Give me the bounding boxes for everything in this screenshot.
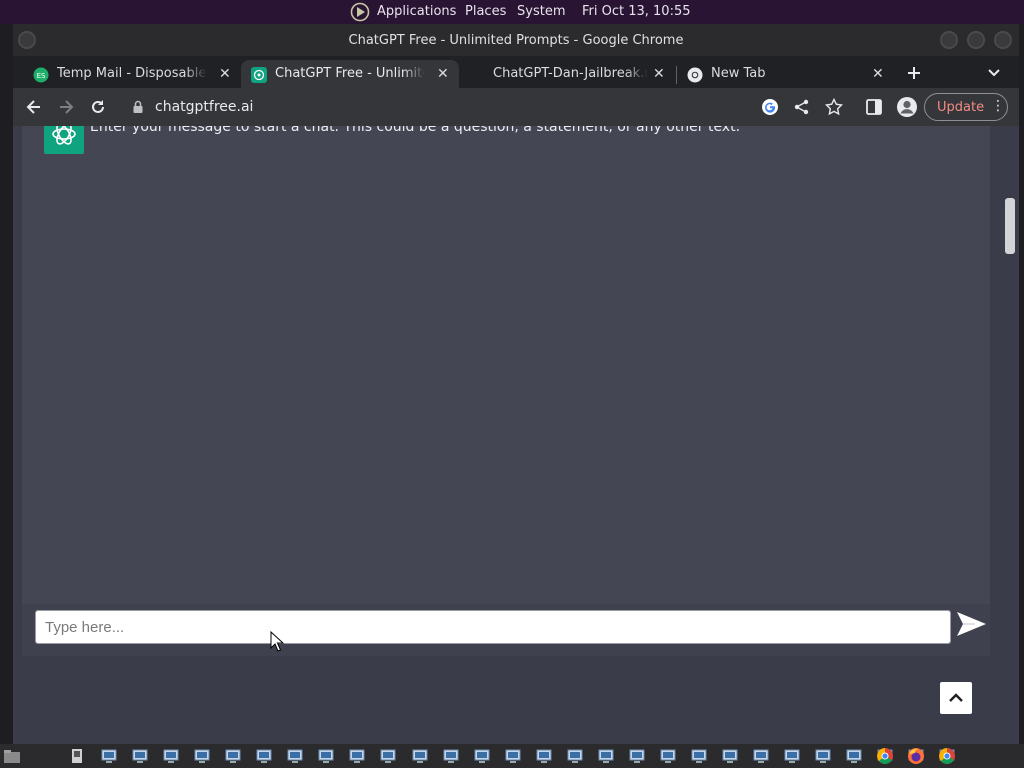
window-icon[interactable] — [783, 747, 801, 765]
openai-logo-icon — [52, 126, 76, 145]
file-manager-icon[interactable] — [3, 747, 21, 765]
taskbar — [0, 744, 1024, 768]
window-icon[interactable] — [659, 747, 677, 765]
update-label: Update — [937, 100, 985, 115]
send-icon[interactable] — [953, 606, 989, 642]
lock-icon[interactable] — [130, 99, 146, 115]
chat-message-input[interactable] — [35, 610, 951, 644]
window-icon[interactable] — [317, 747, 335, 765]
window-icon[interactable] — [411, 747, 429, 765]
terminal-icon[interactable] — [68, 747, 86, 765]
window-icon[interactable] — [535, 747, 553, 765]
update-chrome-button[interactable]: Update ⋮ — [924, 93, 1008, 121]
profile-avatar-icon[interactable] — [896, 96, 918, 118]
top-panel: Applications Places System Fri Oct 13, 1… — [0, 0, 1024, 24]
tab-close-icon[interactable]: ✕ — [437, 66, 449, 82]
tab-search-chevron-down-icon[interactable] — [987, 67, 1001, 79]
window-icon[interactable] — [752, 747, 770, 765]
browser-window: ChatGPT Free - Unlimited Prompts - Googl… — [13, 24, 1019, 744]
firefox-icon[interactable] — [907, 747, 925, 765]
window-icon[interactable] — [597, 747, 615, 765]
tab-chatgpt-free[interactable]: ChatGPT Free - Unlimited Prompts ✕ — [241, 60, 459, 88]
applications-logo-icon[interactable] — [350, 2, 370, 22]
clock[interactable]: Fri Oct 13, 10:55 — [582, 4, 691, 19]
window-titlebar[interactable]: ChatGPT Free - Unlimited Prompts - Googl… — [13, 24, 1019, 56]
more-vertical-icon: ⋮ — [991, 98, 1005, 114]
window-icon[interactable] — [162, 747, 180, 765]
window-icon[interactable] — [628, 747, 646, 765]
tab-dan-jailbreak[interactable]: ChatGPT-Dan-Jailbreak.md ✕ — [463, 60, 681, 88]
applications-menu[interactable]: Applications — [377, 4, 456, 19]
tab-label: Temp Mail - Disposable Temporary Email — [57, 66, 207, 81]
window-icon[interactable] — [566, 747, 584, 765]
svg-text:ES: ES — [37, 72, 46, 80]
tab-temp-mail[interactable]: ES Temp Mail - Disposable Temporary Emai… — [21, 60, 239, 88]
window-icon[interactable] — [814, 747, 832, 765]
google-lens-icon[interactable] — [760, 97, 780, 117]
tab-strip: ES Temp Mail - Disposable Temporary Emai… — [13, 56, 1019, 88]
forward-arrow-icon[interactable] — [56, 97, 76, 117]
tab-close-icon[interactable]: ✕ — [872, 66, 884, 82]
tab-separator — [676, 66, 677, 84]
close-window-button[interactable] — [994, 31, 1012, 49]
back-arrow-icon[interactable] — [24, 97, 44, 117]
tab-close-icon[interactable]: ✕ — [653, 66, 665, 82]
bookmark-star-icon[interactable] — [824, 97, 844, 117]
chatgpt-icon — [251, 67, 267, 83]
page-viewport: Enter your message to start a chat. This… — [13, 126, 1019, 744]
scrollbar-thumb[interactable] — [1005, 198, 1015, 254]
window-title: ChatGPT Free - Unlimited Prompts - Googl… — [348, 33, 684, 48]
chevron-up-icon — [949, 693, 963, 702]
reload-icon[interactable] — [88, 97, 108, 117]
window-icon[interactable] — [131, 747, 149, 765]
window-icon[interactable] — [442, 747, 460, 765]
chat-messages-panel: Enter your message to start a chat. This… — [22, 126, 990, 656]
window-icon[interactable] — [100, 747, 118, 765]
tab-close-icon[interactable]: ✕ — [219, 66, 231, 82]
url-text[interactable]: chatgptfree.ai — [155, 99, 253, 115]
maximize-button[interactable] — [967, 31, 985, 49]
share-icon[interactable] — [792, 97, 812, 117]
browser-toolbar: chatgptfree.ai Update ⋮ — [13, 88, 1019, 126]
tab-label: ChatGPT Free - Unlimited Prompts — [275, 66, 425, 81]
tab-label: ChatGPT-Dan-Jailbreak.md — [493, 66, 648, 81]
window-icon[interactable] — [504, 747, 522, 765]
chrome-icon — [687, 67, 703, 83]
window-icon[interactable] — [690, 747, 708, 765]
window-icon[interactable] — [224, 747, 242, 765]
system-menu[interactable]: System — [517, 4, 565, 19]
window-icon[interactable] — [473, 747, 491, 765]
scroll-to-top-button[interactable] — [940, 682, 972, 714]
chrome-icon[interactable] — [938, 747, 956, 765]
window-icon[interactable] — [255, 747, 273, 765]
window-icon[interactable] — [379, 747, 397, 765]
window-icon[interactable] — [193, 747, 211, 765]
new-tab-plus-icon[interactable] — [906, 65, 922, 81]
side-panel-icon[interactable] — [864, 97, 884, 117]
window-icon[interactable] — [348, 747, 366, 765]
places-menu[interactable]: Places — [465, 4, 506, 19]
tab-label: New Tab — [711, 66, 766, 81]
window-icon[interactable] — [845, 747, 863, 765]
chat-input-row — [22, 604, 990, 656]
bot-avatar — [44, 126, 84, 154]
window-icon[interactable] — [286, 747, 304, 765]
window-icon[interactable] — [721, 747, 739, 765]
minimize-button[interactable] — [940, 31, 958, 49]
temp-mail-icon: ES — [33, 67, 49, 83]
tab-new-tab[interactable]: New Tab ✕ — [679, 60, 897, 88]
chrome-icon[interactable] — [876, 747, 894, 765]
bot-message-text: Enter your message to start a chat. This… — [90, 126, 741, 135]
